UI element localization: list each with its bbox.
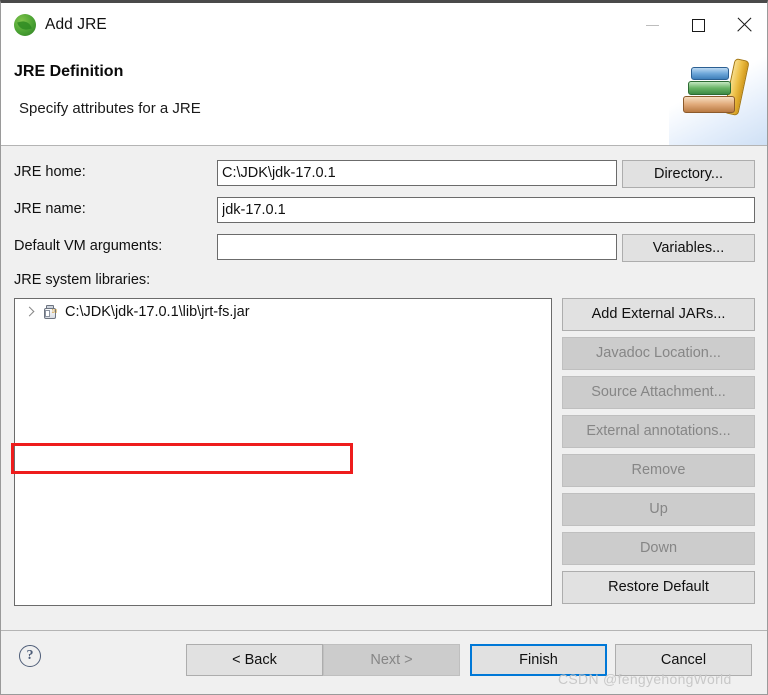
window-title: Add JRE [45,16,107,33]
help-icon[interactable]: ? [19,645,41,667]
next-button[interactable]: Next > [323,644,460,676]
close-button[interactable] [721,3,767,47]
vm-arguments-row: Default VM arguments: Variables... [1,234,767,262]
list-item[interactable]: 10 C:\JDK\jdk-17.0.1\lib\jrt-fs.jar [16,300,250,324]
finish-button[interactable]: Finish [470,644,607,676]
javadoc-location-button[interactable]: Javadoc Location... [562,337,755,370]
maximize-button[interactable] [675,3,721,47]
vm-arguments-label: Default VM arguments: [14,238,163,254]
list-item-label: C:\JDK\jdk-17.0.1\lib\jrt-fs.jar [65,304,250,320]
variables-button[interactable]: Variables... [622,234,755,262]
source-attachment-button[interactable]: Source Attachment... [562,376,755,409]
jre-name-row: JRE name: [1,197,767,223]
external-annotations-button[interactable]: External annotations... [562,415,755,448]
minimize-icon [645,24,659,26]
jre-home-input[interactable] [217,160,617,186]
book-blue-icon [691,67,729,80]
maximize-icon [691,18,705,32]
add-external-jars-button[interactable]: Add External JARs... [562,298,755,331]
remove-button[interactable]: Remove [562,454,755,487]
jre-home-label: JRE home: [14,164,86,180]
chevron-right-icon[interactable] [24,306,36,318]
book-orange-icon [683,96,735,113]
down-button[interactable]: Down [562,532,755,565]
books-stack-icon [669,47,767,145]
minimize-button[interactable] [629,3,675,47]
jre-home-row: JRE home: Directory... [1,160,767,188]
up-button[interactable]: Up [562,493,755,526]
book-green-icon [688,81,731,95]
restore-default-button[interactable]: Restore Default [562,571,755,604]
jre-icon [14,14,36,36]
title-bar: Add JRE [1,3,767,47]
jre-name-label: JRE name: [14,201,86,217]
window-controls [629,3,767,47]
jar-icon: 10 [42,304,58,320]
vm-arguments-input[interactable] [217,234,617,260]
dialog-header: JRE Definition Specify attributes for a … [1,47,767,146]
jre-name-input[interactable] [217,197,755,223]
cancel-button[interactable]: Cancel [615,644,752,676]
close-icon [736,17,752,33]
directory-button[interactable]: Directory... [622,160,755,188]
dialog-body: JRE home: Directory... JRE name: Default… [1,146,767,630]
jre-system-libraries-list[interactable]: 10 C:\JDK\jdk-17.0.1\lib\jrt-fs.jar [14,298,552,606]
page-subtitle: Specify attributes for a JRE [19,100,201,117]
jre-system-libraries-label: JRE system libraries: [14,272,151,288]
back-button[interactable]: < Back [186,644,323,676]
page-title: JRE Definition [14,63,124,80]
add-jre-dialog: Add JRE JRE Definition Specify attribute… [0,0,768,695]
